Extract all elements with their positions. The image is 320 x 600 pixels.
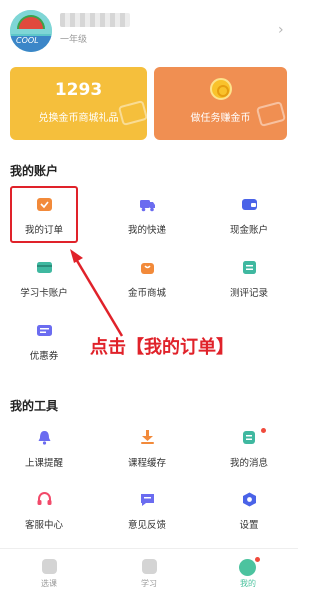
my-messages-label: 我的消息 [229, 458, 268, 469]
unread-dot [261, 428, 266, 433]
nav-tab-courses[interactable]: 选课 [19, 559, 79, 599]
feedback-button[interactable]: 意见反馈 [115, 492, 179, 540]
bottom-nav: 选课 学习 我的 [0, 548, 298, 600]
nav-tab-mine[interactable]: 我的 [218, 557, 278, 599]
settings-icon [243, 492, 256, 507]
download-icon [141, 430, 154, 444]
message-icon [243, 431, 255, 444]
study-icon [142, 559, 157, 574]
notification-dot [255, 557, 260, 562]
customer-service-label: 客服中心 [24, 520, 63, 531]
class-reminder-label: 上课提醒 [24, 458, 63, 469]
nav-tab-study[interactable]: 学习 [119, 559, 179, 599]
course-cache-button[interactable]: 课程缓存 [115, 430, 179, 478]
nav-tab-courses-label: 选课 [41, 579, 57, 588]
feedback-label: 意见反馈 [127, 520, 166, 531]
annotation-text: 点击【我的订单】 [90, 337, 234, 358]
headset-icon [37, 492, 52, 505]
section-title-tools: 我的工具 [10, 399, 59, 413]
profile-icon [239, 559, 256, 576]
my-messages-button[interactable]: 我的消息 [217, 428, 281, 478]
settings-label: 设置 [239, 520, 259, 531]
bell-icon [38, 431, 51, 445]
feedback-icon [141, 494, 154, 506]
course-cache-label: 课程缓存 [127, 458, 166, 469]
courses-icon [42, 559, 57, 574]
customer-service-button[interactable]: 客服中心 [12, 492, 76, 540]
nav-tab-study-label: 学习 [141, 579, 157, 588]
settings-button[interactable]: 设置 [217, 492, 281, 540]
class-reminder-button[interactable]: 上课提醒 [12, 430, 76, 478]
nav-tab-mine-label: 我的 [240, 579, 256, 588]
